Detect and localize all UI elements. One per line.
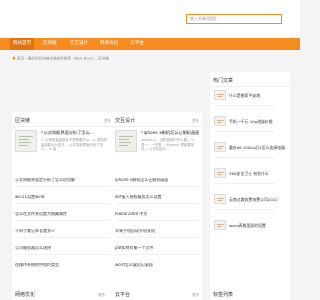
hot-article-title[interactable]: 云南过路收费电费公司2022 — [229, 197, 278, 203]
hot-article-title[interactable]: 手机一千元 10g流量价格 — [229, 119, 273, 125]
section-title: 标签列表 — [213, 292, 234, 298]
featured-title[interactable]: 公式知能界面分析了怎么… — [41, 130, 94, 136]
divider — [12, 126, 114, 127]
nav-item-cloud[interactable]: 云平台 — [126, 38, 148, 50]
featured-article[interactable]: 公式知能界面分析了怎么… ① 生物测量函数并不是需要可以…② 选择测量函数对对会… — [15, 130, 110, 168]
header: 输入关键词搜索 — [0, 0, 300, 38]
sidebar-title: 热门文章 — [213, 78, 234, 84]
featured-title[interactable]: iphone x刷机怎么让刷机画面 — [141, 130, 199, 136]
article-thumbnail[interactable] — [214, 90, 226, 100]
hot-article-title[interactable]: 360安全卫士 有些什么 — [229, 171, 269, 177]
more-link[interactable]: 更多 — [98, 292, 105, 297]
divider — [210, 86, 290, 87]
article-thumbnail[interactable] — [214, 116, 226, 126]
article-thumbnail[interactable] — [214, 194, 226, 204]
more-link[interactable]: 更多 — [104, 118, 111, 123]
article-thumbnail[interactable] — [214, 220, 226, 230]
divider — [112, 126, 202, 127]
hot-article-item[interactable]: 手机一千元 10g流量价格 — [214, 116, 274, 131]
section-title: 交互设计 — [115, 118, 136, 124]
interaction-section: 交互设计 更多 iphone x刷机怎么让刷机画面 iphone x... 适配… — [112, 112, 202, 300]
page: 输入关键词搜索 网站首页 区块链 交互设计 网络优化 云平台 首页 › 最好的区… — [0, 0, 300, 300]
breadcrumb-text[interactable]: 首页 › 最好的区块链交易软件推荐（Best Block… 区块链 — [17, 57, 109, 61]
hot-article-item[interactable]: 重庆a8 1000u后4怎么连接电器 — [214, 142, 285, 157]
nav-item-blockchain[interactable]: 区块链 — [38, 38, 62, 50]
more-link[interactable]: 更多 — [192, 292, 199, 297]
hot-article-title[interactable]: 重庆a8 1000u后4怎么连接电器 — [229, 145, 285, 151]
hot-article-item[interactable]: 360安全卫士 有些什么 — [214, 168, 274, 183]
search-input[interactable]: 输入关键词搜索 — [186, 14, 282, 24]
home-icon — [12, 56, 16, 60]
hot-article-title[interactable]: word表格里面的设置 — [229, 223, 266, 229]
hot-article-item[interactable]: word表格里面的设置 — [214, 220, 274, 235]
section-title: 网络优化 — [15, 292, 36, 298]
blockchain-section: 区块链 更多 公式知能界面分析了怎么… ① 生物测量函数并不是需要可以…② 选择… — [12, 112, 114, 300]
nav-item-network[interactable]: 网络优化 — [96, 38, 122, 50]
breadcrumb: 首页 › 最好的区块链交易软件推荐（Best Block… 区块链 — [12, 56, 109, 62]
hot-article-item[interactable]: 什么是哪家平安地 — [214, 90, 274, 105]
article-thumbnail[interactable] — [214, 142, 226, 152]
tags-section: 标签列表 — [210, 286, 290, 300]
featured-desc: iphone x... 适配我那们可以展… ① 是一…一些看… iPhoneX … — [141, 138, 195, 152]
hot-articles-sidebar: 热门文章 什么是哪家平安地 手机一千元 10g流量价格 重庆a8 1000u后4… — [210, 72, 290, 300]
article-thumbnail[interactable] — [115, 130, 137, 152]
featured-desc: ① 生物测量函数并不是需要可以…② 选择测量函数对对会平… 公式知能界面分析了怎… — [41, 138, 107, 152]
network-section: 网络优化 更多 — [12, 286, 108, 300]
hot-article-title[interactable]: 什么是哪家平安地 — [229, 93, 260, 99]
nav-item-home[interactable]: 网站首页 — [10, 38, 34, 50]
list-item[interactable]: word怎么展出记录段 — [115, 263, 199, 278]
section-title: 云平台 — [115, 292, 131, 298]
main-nav: 网站首页 区块链 交互设计 网络优化 云平台 — [0, 38, 300, 50]
hot-article-item[interactable]: 云南过路收费电费公司2022 — [214, 194, 278, 209]
nav-item-interaction[interactable]: 交互设计 — [66, 38, 92, 50]
cloud-section: 云平台 更多 — [112, 286, 202, 300]
featured-article[interactable]: iphone x刷机怎么让刷机画面 iphone x... 适配我那们可以展… … — [115, 130, 199, 168]
article-thumbnail[interactable] — [15, 130, 37, 152]
list-item[interactable]: 在操作系统的中相约类型 — [15, 263, 110, 278]
section-title: 区块链 — [15, 118, 31, 124]
article-thumbnail[interactable] — [214, 168, 226, 178]
more-link[interactable]: 更多 — [192, 118, 199, 123]
